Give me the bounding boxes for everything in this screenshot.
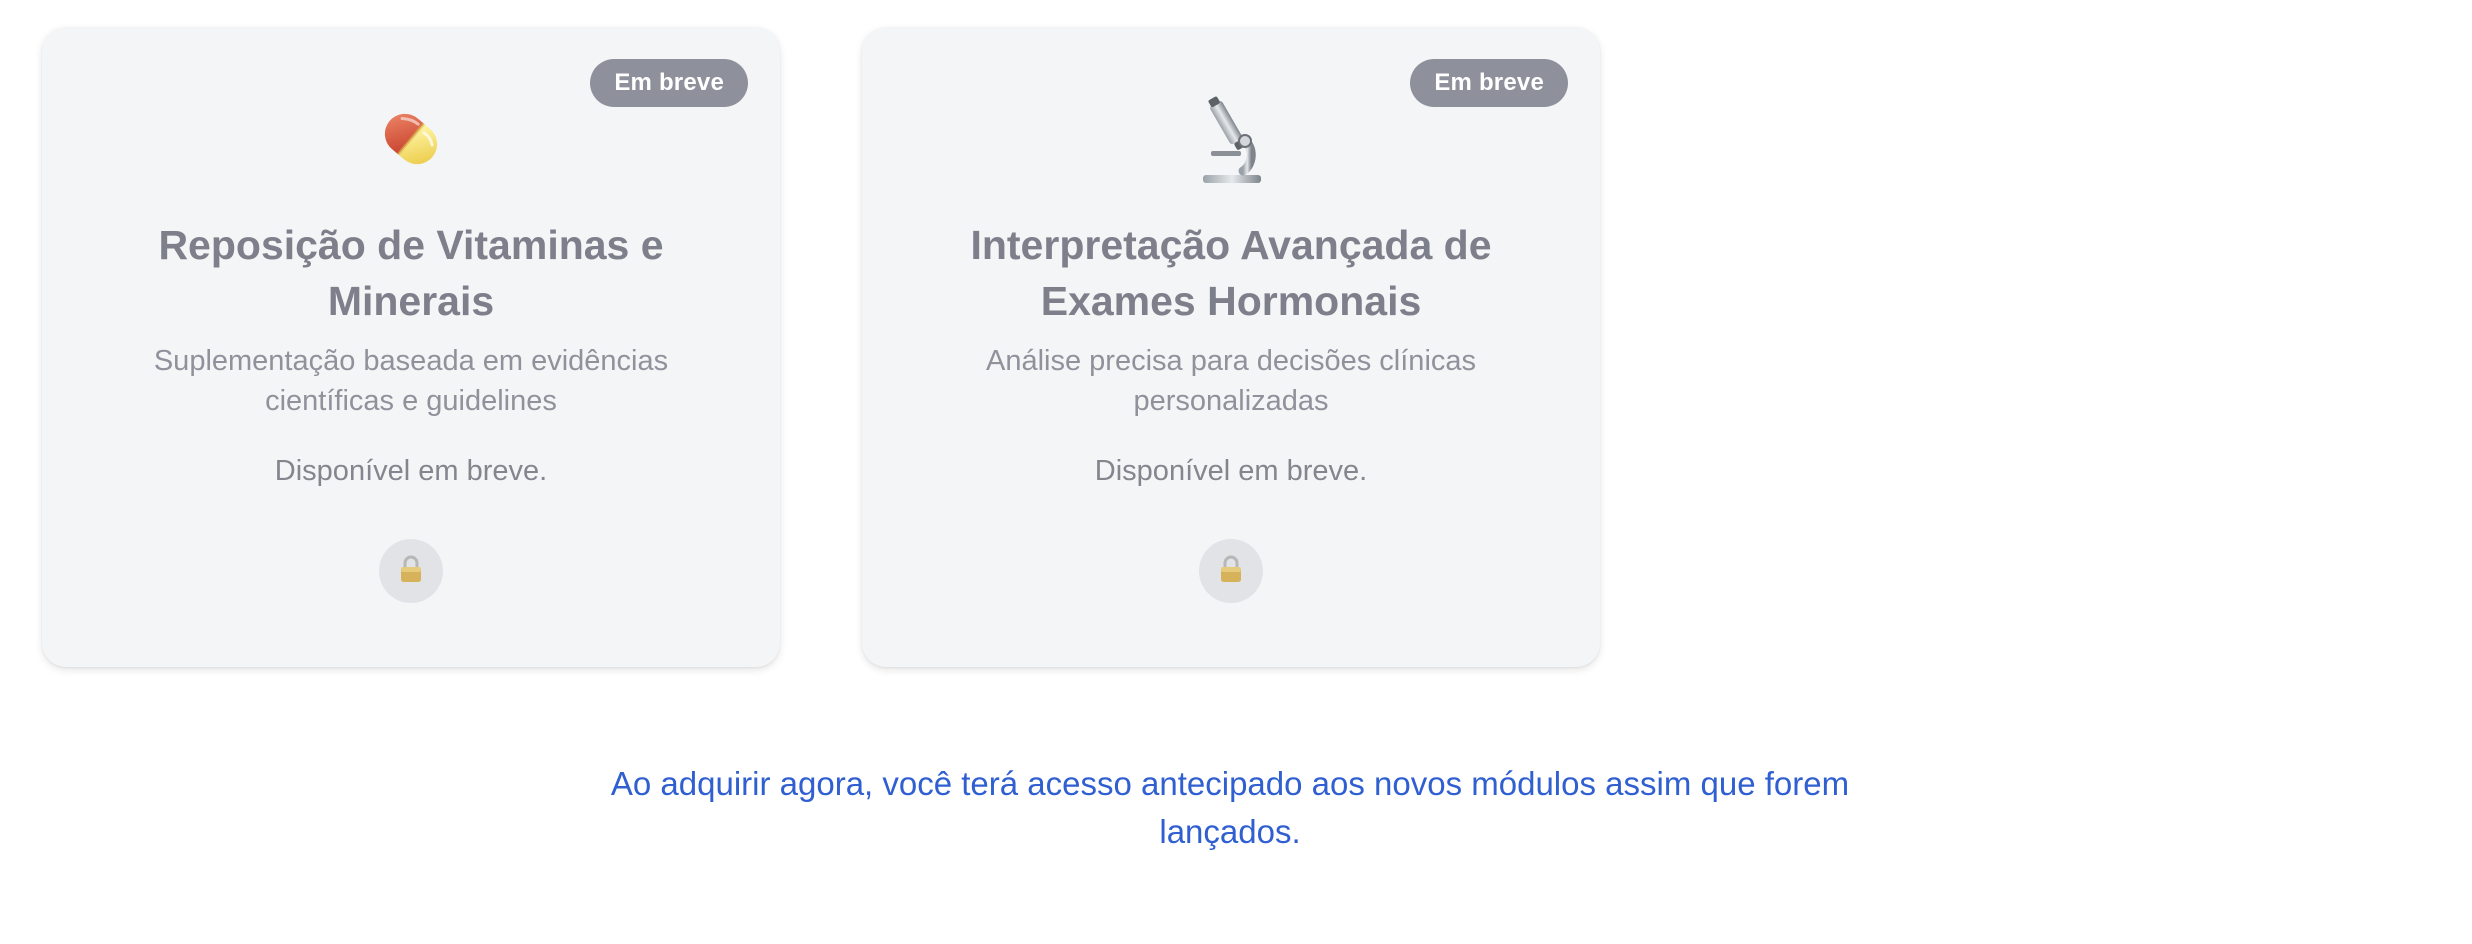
card-title: Interpretação Avançada de Exames Hormona… [970,222,1492,324]
lock-icon [1217,554,1245,589]
card-title: Reposição de Vitaminas e Minerais [158,222,664,324]
page: Em breve Reposição de Vitaminas e Minera… [0,0,2472,944]
card-description: Análise precisa para decisões clínicas p… [985,345,1477,417]
module-card-vitaminas: Em breve Reposição de Vitaminas e Minera… [42,27,780,667]
card-description: Suplementação baseada em evidências cien… [153,345,669,417]
microscope-icon [1181,89,1281,189]
early-access-note: Ao adquirir agora, você terá acesso ante… [610,765,1850,850]
coming-soon-badge: Em breve [1410,59,1568,107]
locked-button[interactable] [1199,539,1263,603]
pill-icon [361,89,461,189]
coming-soon-badge: Em breve [590,59,748,107]
module-card-exames-hormonais: Em breve Interpretação Avançada de Exame… [862,27,1600,667]
locked-button[interactable] [379,539,443,603]
card-status: Disponível em breve. [274,455,548,487]
card-status: Disponível em breve. [1094,455,1368,487]
lock-icon [397,554,425,589]
